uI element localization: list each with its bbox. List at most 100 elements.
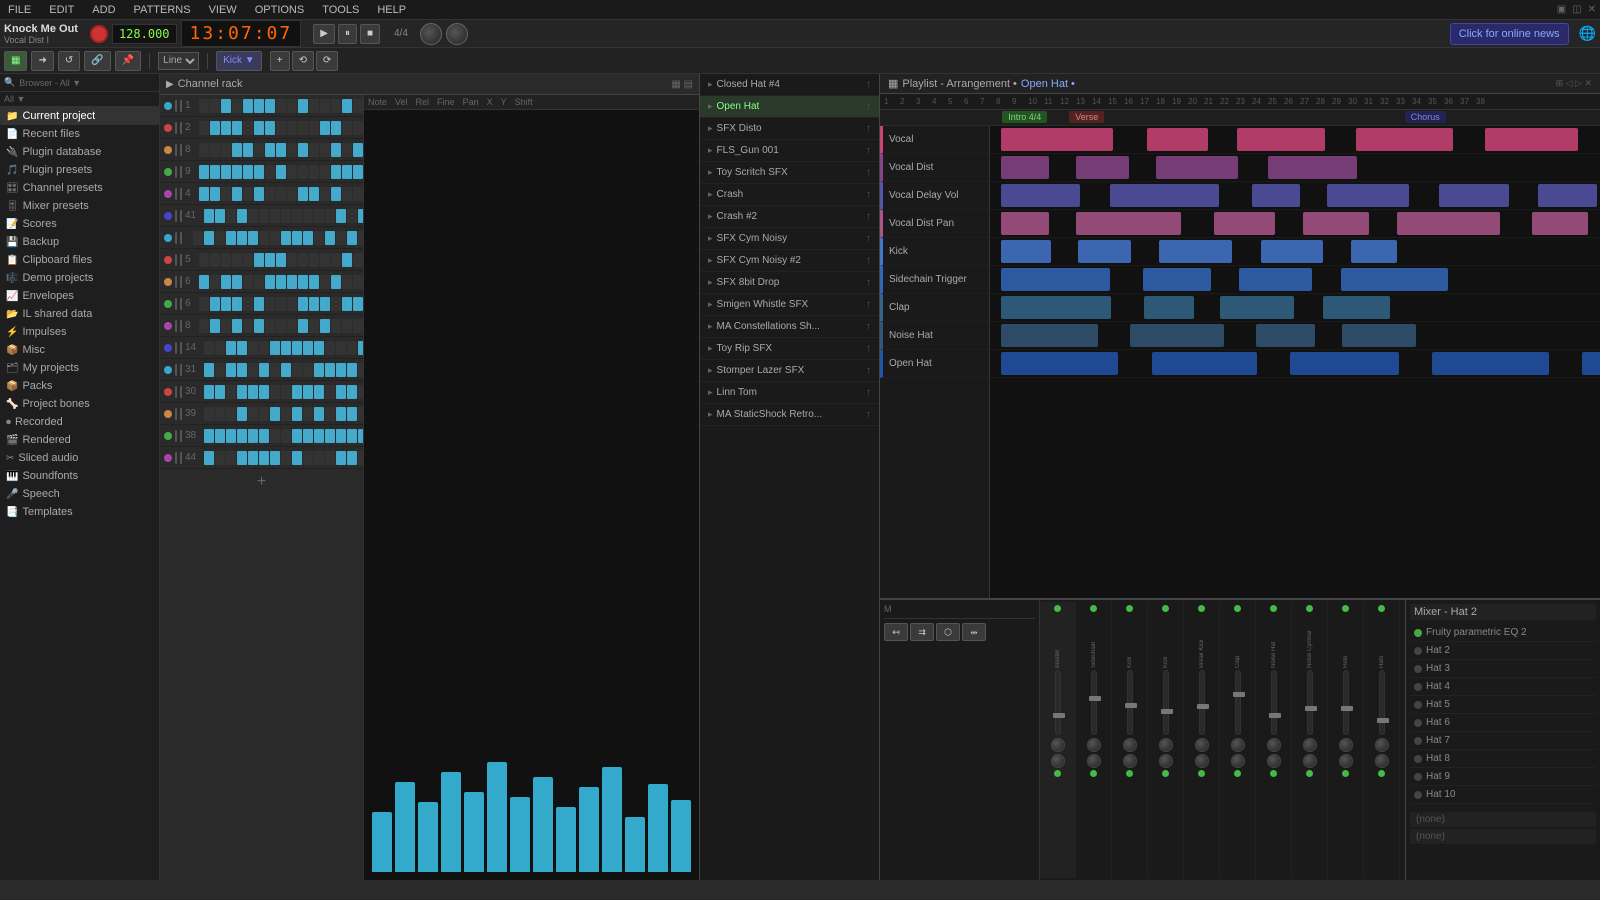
sidebar-item-recorded[interactable]: ⏺Recorded	[0, 413, 159, 431]
seq-btn[interactable]	[298, 253, 308, 267]
seq-btn[interactable]	[342, 121, 352, 135]
seq-btn[interactable]	[342, 143, 352, 157]
seq-btn[interactable]	[298, 319, 308, 333]
instrument-item[interactable]: ▸ Crash ↑	[700, 184, 879, 206]
seq-btn[interactable]	[199, 143, 209, 157]
mc-knob2[interactable]	[1231, 754, 1245, 768]
record-btn[interactable]	[90, 25, 108, 43]
seq-btn[interactable]	[210, 275, 220, 289]
mc-knob2[interactable]	[1051, 754, 1065, 768]
seq-btn[interactable]	[309, 319, 319, 333]
sidebar-item-mixer-presets[interactable]: 🎚Mixer presets	[0, 197, 159, 215]
seq-btn[interactable]	[287, 187, 297, 201]
seq-btn[interactable]	[298, 187, 308, 201]
playlist-block[interactable]	[1538, 184, 1596, 207]
seq-btn[interactable]	[254, 275, 264, 289]
seq-btn[interactable]	[215, 231, 225, 245]
seq-btn[interactable]	[292, 341, 302, 355]
seq-btn[interactable]	[347, 363, 357, 377]
seq-btn[interactable]	[325, 231, 335, 245]
channel-item[interactable]: 1 Sidec..ger	[160, 95, 363, 117]
seq-btn[interactable]	[232, 165, 242, 179]
seq-btn[interactable]	[353, 275, 363, 289]
seq-btn[interactable]	[232, 187, 242, 201]
sidebar-item-clipboard-files[interactable]: 📋Clipboard files	[0, 251, 159, 269]
instrument-item[interactable]: ▸ MA StaticShock Retro... ↑	[700, 404, 879, 426]
mc-fader-handle[interactable]	[1053, 713, 1065, 718]
seq-btn[interactable]	[270, 231, 280, 245]
playlist-block[interactable]	[1239, 268, 1311, 291]
tb2-btn2[interactable]: ⟲	[292, 51, 314, 71]
seq-btn[interactable]	[248, 363, 258, 377]
seq-btn[interactable]	[199, 275, 209, 289]
seq-btn[interactable]	[199, 253, 209, 267]
mixer-channel-strip[interactable]: Kick	[1148, 602, 1184, 878]
playlist-block[interactable]	[1356, 128, 1453, 151]
seq-btn[interactable]	[254, 165, 264, 179]
seq-btn[interactable]	[254, 99, 264, 113]
seq-btn[interactable]	[215, 407, 225, 421]
seq-btn[interactable]	[320, 121, 330, 135]
seq-btn[interactable]	[221, 275, 231, 289]
seq-btn[interactable]	[281, 451, 291, 465]
channel-item[interactable]: FLS_n 001	[160, 227, 363, 249]
bpm-display[interactable]: 128.000	[112, 24, 177, 44]
playlist-block[interactable]	[1159, 240, 1232, 263]
seq-btn[interactable]	[254, 297, 264, 311]
seq-btn[interactable]	[292, 385, 302, 399]
playlist-block[interactable]	[1156, 156, 1238, 179]
menu-file[interactable]: FILE	[4, 4, 35, 16]
instrument-item[interactable]: ▸ Toy Rip SFX ↑	[700, 338, 879, 360]
playlist-block[interactable]	[1268, 156, 1357, 179]
ch-mute-btn[interactable]	[175, 210, 177, 222]
ch-solo-btn[interactable]	[180, 144, 182, 156]
mc-fader-handle[interactable]	[1269, 713, 1281, 718]
seq-btn[interactable]	[215, 209, 225, 223]
seq-btn[interactable]	[303, 341, 313, 355]
seq-btn[interactable]	[232, 121, 242, 135]
playlist-block[interactable]	[1432, 352, 1548, 375]
playlist-block[interactable]	[1001, 296, 1111, 319]
seq-btn[interactable]	[303, 429, 313, 443]
playlist-block[interactable]	[1001, 324, 1098, 347]
playlist-block[interactable]	[1582, 352, 1600, 375]
seq-btn[interactable]	[314, 407, 324, 421]
piano-bar[interactable]	[533, 777, 553, 872]
seq-btn[interactable]	[287, 99, 297, 113]
seq-btn[interactable]	[281, 231, 291, 245]
seq-btn[interactable]	[336, 385, 346, 399]
seq-btn[interactable]	[226, 429, 236, 443]
playlist-block[interactable]	[1130, 324, 1224, 347]
seq-btn[interactable]	[265, 319, 275, 333]
ch-mute-btn[interactable]	[175, 276, 177, 288]
seq-btn[interactable]	[210, 253, 220, 267]
seq-btn[interactable]	[298, 165, 308, 179]
seq-btn[interactable]	[331, 143, 341, 157]
pause-btn[interactable]: ⏸	[338, 24, 357, 44]
playlist-block[interactable]	[1323, 296, 1390, 319]
ch-mute-btn[interactable]	[175, 452, 177, 464]
seq-btn[interactable]	[221, 99, 231, 113]
seq-btn[interactable]	[336, 429, 346, 443]
channel-item[interactable]: 4 Break Kick	[160, 183, 363, 205]
seq-btn[interactable]	[281, 209, 291, 223]
sidebar-item-il-shared-data[interactable]: 📂IL shared data	[0, 305, 159, 323]
seq-btn[interactable]	[320, 319, 330, 333]
piano-bar[interactable]	[441, 772, 461, 872]
stop-btn[interactable]: ■	[360, 24, 380, 44]
mixer-channel-strip[interactable]: Sidechain	[1076, 602, 1112, 878]
ch-mute-btn[interactable]	[175, 364, 177, 376]
seq-btn[interactable]	[221, 187, 231, 201]
playlist-block[interactable]	[1147, 128, 1209, 151]
seq-btn[interactable]	[281, 341, 291, 355]
mc-knob[interactable]	[1267, 738, 1281, 752]
seq-btn[interactable]	[270, 451, 280, 465]
mc-knob[interactable]	[1051, 738, 1065, 752]
seq-btn[interactable]	[347, 209, 357, 223]
seq-btn[interactable]	[210, 143, 220, 157]
seq-btn[interactable]	[221, 297, 231, 311]
seq-btn[interactable]	[270, 209, 280, 223]
seq-btn[interactable]	[276, 121, 286, 135]
mixer-channel-strip[interactable]: Hats	[1364, 602, 1400, 878]
seq-btn[interactable]	[347, 407, 357, 421]
